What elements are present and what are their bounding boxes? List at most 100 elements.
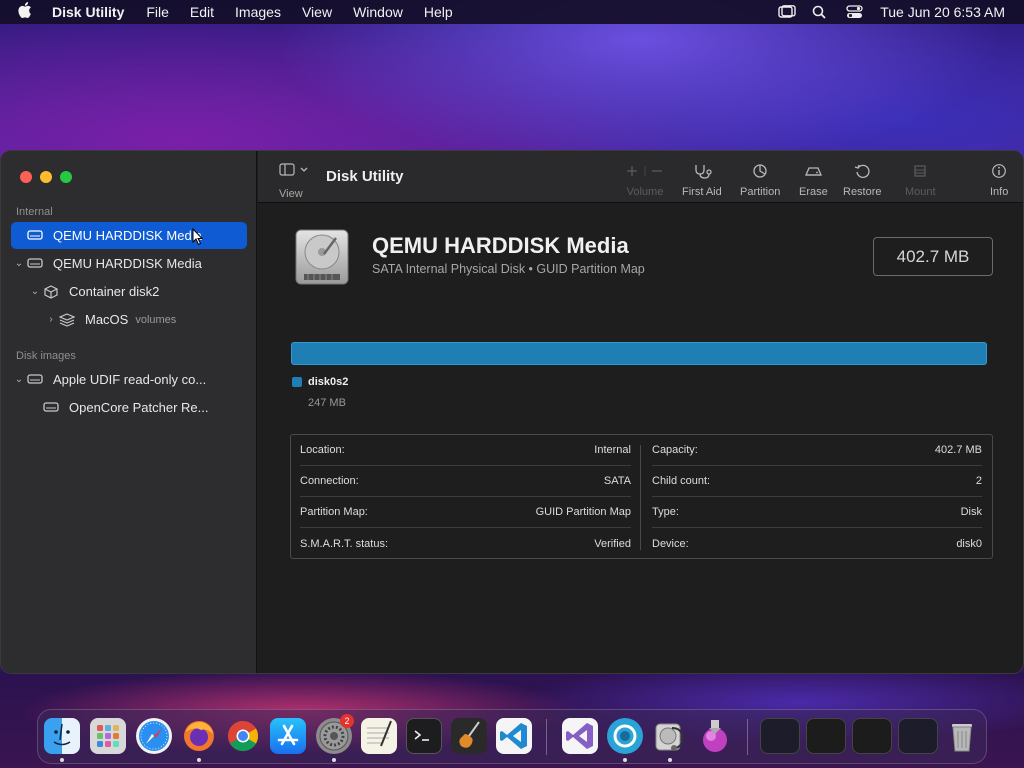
sidebar-item-qemu-volume[interactable]: QEMU HARDDISK Media xyxy=(11,222,247,249)
pie-chart-icon xyxy=(740,163,780,181)
opencore-patcher-icon[interactable] xyxy=(607,718,643,754)
drive-icon xyxy=(27,257,45,271)
restore-button-label: Restore xyxy=(843,186,882,198)
visual-studio-icon[interactable] xyxy=(562,718,598,754)
first-aid-button-label: First Aid xyxy=(682,186,722,198)
recent-window-thumbnail-3[interactable] xyxy=(852,718,892,754)
volume-button-label: Volume xyxy=(626,186,664,198)
info-button-label: Info xyxy=(990,186,1009,198)
view-button[interactable]: View xyxy=(279,163,319,200)
terminal-icon[interactable] xyxy=(406,718,442,754)
info-value: Verified xyxy=(594,537,631,550)
chrome-icon[interactable] xyxy=(225,718,261,754)
erase-button[interactable]: Erase xyxy=(799,163,828,198)
info-value: Disk xyxy=(960,506,982,518)
apple-menu-icon[interactable] xyxy=(18,2,38,22)
sidebar-item-label: QEMU HARDDISK Media xyxy=(53,256,202,271)
sidebar-item-container[interactable]: ⌄ Container disk2 xyxy=(11,278,247,305)
info-row-child-count: Child count: 2 xyxy=(652,466,982,497)
info-icon xyxy=(990,163,1008,181)
menu-clock[interactable]: Tue Jun 20 6:53 AM xyxy=(880,4,1005,20)
info-value: GUID Partition Map xyxy=(535,506,631,518)
first-aid-button[interactable]: First Aid xyxy=(682,163,722,198)
installer-icon[interactable] xyxy=(697,718,733,754)
textedit-icon[interactable] xyxy=(361,718,397,754)
garageband-icon[interactable] xyxy=(451,718,487,754)
chevron-down-icon[interactable]: ⌄ xyxy=(11,374,27,385)
partition-map-bar[interactable] xyxy=(291,342,987,365)
info-label: Type: xyxy=(652,506,679,518)
menu-images[interactable]: Images xyxy=(235,4,281,20)
mount-button[interactable]: Mount xyxy=(905,163,936,198)
dock: 2 xyxy=(37,709,987,764)
erase-button-label: Erase xyxy=(799,186,828,198)
info-label: S.M.A.R.T. status: xyxy=(300,537,389,550)
window-controls xyxy=(20,171,80,183)
disk-name: QEMU HARDDISK Media xyxy=(372,233,629,258)
sidebar: Internal QEMU HARDDISK Media ⌄ QEMU HARD… xyxy=(1,151,257,673)
sidebar-item-label: Apple UDIF read-only co... xyxy=(53,372,207,387)
restore-button[interactable]: Restore xyxy=(843,163,882,198)
info-row-capacity: Capacity: 402.7 MB xyxy=(652,435,982,466)
info-value: SATA xyxy=(603,475,631,487)
dock-running-indicator xyxy=(60,758,64,762)
trash-icon[interactable] xyxy=(944,718,980,754)
menu-help[interactable]: Help xyxy=(424,4,453,20)
control-center-icon[interactable] xyxy=(846,5,864,19)
menu-app-name[interactable]: Disk Utility xyxy=(52,4,124,20)
chevron-right-icon[interactable]: › xyxy=(43,314,59,325)
spotlight-search-icon[interactable] xyxy=(812,5,830,19)
disk-subtitle: SATA Internal Physical Disk • GUID Parti… xyxy=(372,262,645,276)
launchpad-icon[interactable] xyxy=(90,718,126,754)
info-value: Internal xyxy=(594,444,631,456)
partition-button-label: Partition xyxy=(740,186,781,198)
zoom-button[interactable] xyxy=(60,171,72,183)
menu-edit[interactable]: Edit xyxy=(190,4,214,20)
sidebar-item-label: QEMU HARDDISK Media xyxy=(53,228,202,243)
chevron-down-icon[interactable]: ⌄ xyxy=(27,286,43,297)
minimize-button[interactable] xyxy=(40,171,52,183)
info-button[interactable]: Info xyxy=(990,163,1008,198)
recent-window-thumbnail-1[interactable] xyxy=(760,718,800,754)
recent-window-thumbnail-2[interactable] xyxy=(806,718,846,754)
toolbar: View Disk Utility Volume First Aid Parti xyxy=(258,151,1023,203)
container-icon xyxy=(43,284,61,299)
mount-icon xyxy=(905,163,936,181)
safari-icon[interactable] xyxy=(136,718,172,754)
menu-view[interactable]: View xyxy=(302,4,332,20)
sidebar-item-sublabel: volumes xyxy=(135,313,177,326)
volume-button[interactable]: Volume xyxy=(625,163,665,198)
info-value: disk0 xyxy=(956,537,982,550)
sidebar-item-label: OpenCore Patcher Re... xyxy=(69,400,209,415)
vscode-icon[interactable] xyxy=(496,718,532,754)
disk-utility-icon[interactable] xyxy=(652,718,688,754)
notification-badge: 2 xyxy=(340,714,354,728)
sidebar-section-disk-images: Disk images xyxy=(16,350,76,362)
dock-running-indicator xyxy=(332,758,336,762)
sidebar-item-macos[interactable]: › MacOS volumes xyxy=(11,306,247,333)
partition-button[interactable]: Partition xyxy=(740,163,780,198)
info-row-smart-status: S.M.A.R.T. status: Verified xyxy=(300,528,631,559)
chevron-down-icon[interactable]: ⌄ xyxy=(11,258,27,269)
sidebar-item-apple-udif[interactable]: ⌄ Apple UDIF read-only co... xyxy=(11,366,247,393)
firefox-icon[interactable] xyxy=(181,718,217,754)
close-button[interactable] xyxy=(20,171,32,183)
info-label: Partition Map: xyxy=(300,506,368,518)
info-column-right: Capacity: 402.7 MB Child count: 2 Type: Dis… xyxy=(652,435,994,559)
recent-window-thumbnail-4[interactable] xyxy=(898,718,938,754)
dock-separator xyxy=(747,719,748,755)
sidebar-item-opencore[interactable]: OpenCore Patcher Re... xyxy=(11,394,247,421)
app-store-icon[interactable] xyxy=(270,718,306,754)
info-row-location: Location: Internal xyxy=(300,435,631,466)
info-row-type: Type: Disk xyxy=(652,497,982,528)
drive-icon xyxy=(27,373,45,387)
info-row-device: Device: disk0 xyxy=(652,528,982,559)
screen-mirroring-icon[interactable] xyxy=(778,5,796,19)
finder-icon[interactable] xyxy=(44,718,80,754)
plus-minus-icon xyxy=(625,163,665,181)
menu-file[interactable]: File xyxy=(146,4,169,20)
info-column-left: Location: Internal Connection: SATA Partit… xyxy=(300,435,642,559)
menu-window[interactable]: Window xyxy=(353,4,403,20)
restore-arrow-icon xyxy=(843,163,882,181)
sidebar-item-qemu-disk[interactable]: ⌄ QEMU HARDDISK Media xyxy=(11,250,247,277)
